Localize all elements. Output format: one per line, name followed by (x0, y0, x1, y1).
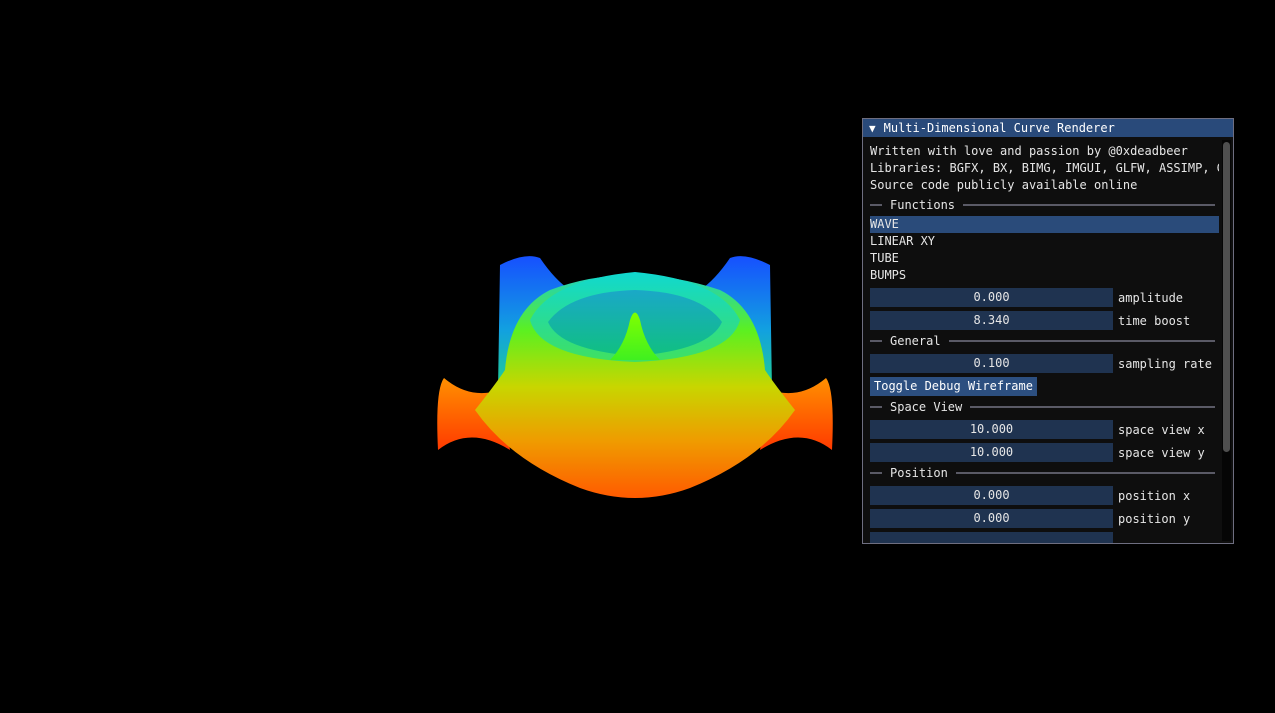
position-y-drag-input[interactable]: 0.000 (870, 509, 1113, 528)
position-x-row: 0.000 position x (870, 486, 1219, 505)
sampling-rate-label: sampling rate (1118, 356, 1212, 371)
space-view-y-drag-input[interactable]: 10.000 (870, 443, 1113, 462)
wave-surface (437, 256, 833, 498)
space-view-separator: Space View (870, 398, 1219, 416)
function-list: WAVE LINEAR XY TUBE BUMPS (870, 216, 1219, 284)
position-y-label: position y (1118, 511, 1191, 526)
general-header: General (890, 334, 941, 348)
window-title: Multi-Dimensional Curve Renderer (883, 121, 1115, 135)
position-separator: Position (870, 464, 1219, 482)
vertical-scrollbar[interactable] (1222, 140, 1231, 541)
scrollbar-thumb[interactable] (1223, 142, 1230, 452)
space-view-x-drag-input[interactable]: 10.000 (870, 420, 1113, 439)
space-view-y-label: space view y (1118, 445, 1205, 460)
sampling-rate-row: 0.100 sampling rate (870, 354, 1219, 373)
function-item-wave[interactable]: WAVE (870, 216, 1219, 233)
time-boost-label: time boost (1118, 313, 1191, 328)
space-view-x-label: space view x (1118, 422, 1205, 437)
partial-drag-input[interactable] (870, 532, 1113, 543)
space-view-y-row: 10.000 space view y (870, 443, 1219, 462)
function-item-tube[interactable]: TUBE (870, 250, 1219, 267)
info-libraries: Libraries: BGFX, BX, BIMG, IMGUI, GLFW, … (870, 161, 1219, 175)
sampling-rate-drag-input[interactable]: 0.100 (870, 354, 1113, 373)
collapse-arrow-icon[interactable]: ▼ (869, 122, 876, 135)
position-x-drag-input[interactable]: 0.000 (870, 486, 1113, 505)
space-view-header: Space View (890, 400, 963, 414)
amplitude-row: 0.000 amplitude (870, 288, 1219, 307)
function-item-bumps[interactable]: BUMPS (870, 267, 1219, 284)
position-y-row: 0.000 position y (870, 509, 1219, 528)
info-source: Source code publicly available online (870, 178, 1138, 192)
general-separator: General (870, 332, 1219, 350)
time-boost-row: 8.340 time boost (870, 311, 1219, 330)
info-author: Written with love and passion by @0xdead… (870, 144, 1188, 158)
amplitude-label: amplitude (1118, 290, 1184, 305)
time-boost-drag-input[interactable]: 8.340 (870, 311, 1113, 330)
toggle-debug-wireframe-button[interactable]: Toggle Debug Wireframe (870, 377, 1037, 396)
amplitude-drag-input[interactable]: 0.000 (870, 288, 1113, 307)
functions-header: Functions (890, 198, 956, 212)
window-content: Written with love and passion by @0xdead… (870, 143, 1219, 543)
functions-separator: Functions (870, 196, 1219, 214)
window-title-bar[interactable]: ▼ Multi-Dimensional Curve Renderer (863, 119, 1233, 137)
next-row-partial (870, 532, 1219, 543)
position-x-label: position x (1118, 488, 1191, 503)
curve-renderer-window[interactable]: ▼ Multi-Dimensional Curve Renderer Writt… (862, 118, 1234, 544)
space-view-x-row: 10.000 space view x (870, 420, 1219, 439)
function-item-linear-xy[interactable]: LINEAR XY (870, 233, 1219, 250)
position-header: Position (890, 466, 948, 480)
